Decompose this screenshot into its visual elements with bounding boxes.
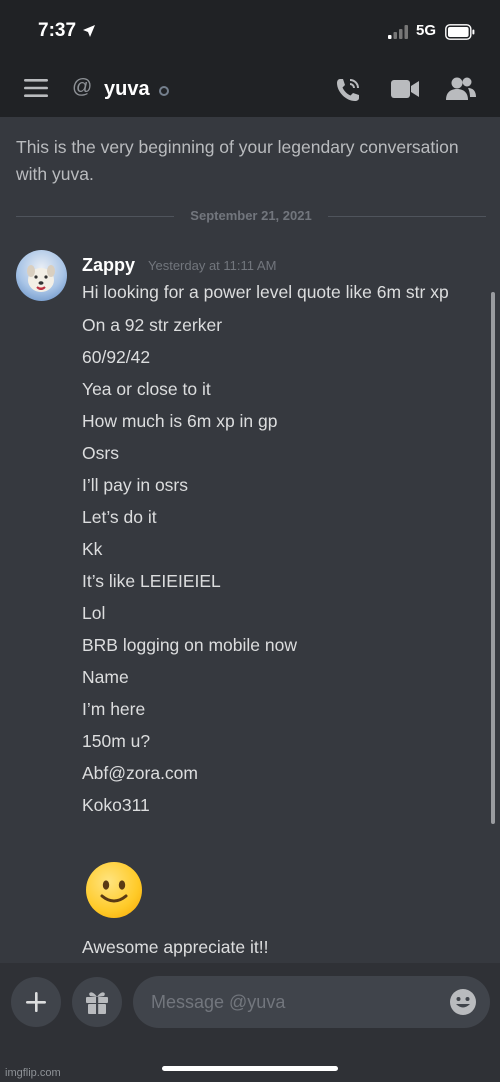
menu-icon[interactable] [24, 79, 48, 97]
add-attachment-button[interactable] [11, 977, 61, 1027]
message-text[interactable]: I’ll pay in osrs [82, 472, 477, 498]
message-text[interactable]: Osrs [82, 440, 477, 466]
emoji-picker-icon[interactable] [449, 988, 477, 1016]
conversation-intro: This is the very beginning of your legen… [16, 137, 459, 184]
message-text[interactable]: Lol [82, 600, 477, 626]
message-timestamp: Yesterday at 11:11 AM [148, 258, 277, 273]
emoji-face-icon [100, 880, 128, 903]
message-text[interactable]: 150m u? [82, 728, 477, 754]
top-bar: 7:37 5G @ yuva [0, 0, 500, 117]
divider-line-right [328, 216, 486, 217]
message-text[interactable]: Kk [82, 536, 477, 562]
message-text[interactable]: Koko311 [82, 792, 477, 818]
status-bar: 7:37 5G [0, 0, 500, 60]
scrollbar[interactable] [491, 292, 495, 824]
message-text[interactable]: Abf@zora.com [82, 760, 477, 786]
gift-icon [86, 992, 108, 1014]
message-text[interactable]: I’m here [82, 696, 477, 722]
location-arrow-icon [83, 25, 95, 37]
watermark: imgflip.com [5, 1067, 61, 1079]
message-text[interactable]: Let’s do it [82, 504, 477, 530]
message-text[interactable]: It’s like LEIEIEIEL [82, 568, 477, 594]
message-text[interactable]: How much is 6m xp in gp [82, 408, 477, 434]
network-type: 5G [416, 22, 437, 39]
presence-status-icon [159, 86, 169, 96]
voice-call-icon[interactable] [334, 76, 362, 104]
message-author[interactable]: Zappy [82, 255, 135, 276]
chat-header: @ yuva [0, 62, 500, 117]
battery-icon [445, 24, 475, 40]
message-text[interactable]: BRB logging on mobile now [82, 632, 477, 658]
video-call-icon[interactable] [391, 78, 419, 100]
home-indicator [162, 1066, 338, 1071]
plus-icon [26, 992, 46, 1012]
message-text[interactable]: Hi looking for a power level quote like … [82, 280, 477, 304]
message-composer [0, 963, 500, 1082]
message-text[interactable]: 60/92/42 [82, 344, 477, 370]
signal-icon [388, 25, 408, 39]
avatar[interactable] [16, 250, 67, 301]
message-input[interactable] [133, 976, 490, 1028]
message-list: Hi looking for a power level quote like … [82, 280, 477, 824]
message-text[interactable]: Name [82, 664, 477, 690]
dog-avatar-icon [27, 265, 55, 292]
status-time: 7:37 [38, 20, 77, 41]
gift-button[interactable] [72, 977, 122, 1027]
message-text[interactable]: Yea or close to it [82, 376, 477, 402]
message-text[interactable]: Awesome appreciate it!! [82, 937, 268, 958]
date-divider: September 21, 2021 [16, 207, 486, 227]
members-icon[interactable] [446, 76, 476, 102]
message-text[interactable]: On a 92 str zerker [82, 312, 477, 338]
at-sign-icon: @ [72, 76, 93, 98]
slightly-smiling-face-icon[interactable] [86, 862, 142, 918]
channel-title[interactable]: yuva [104, 78, 150, 101]
